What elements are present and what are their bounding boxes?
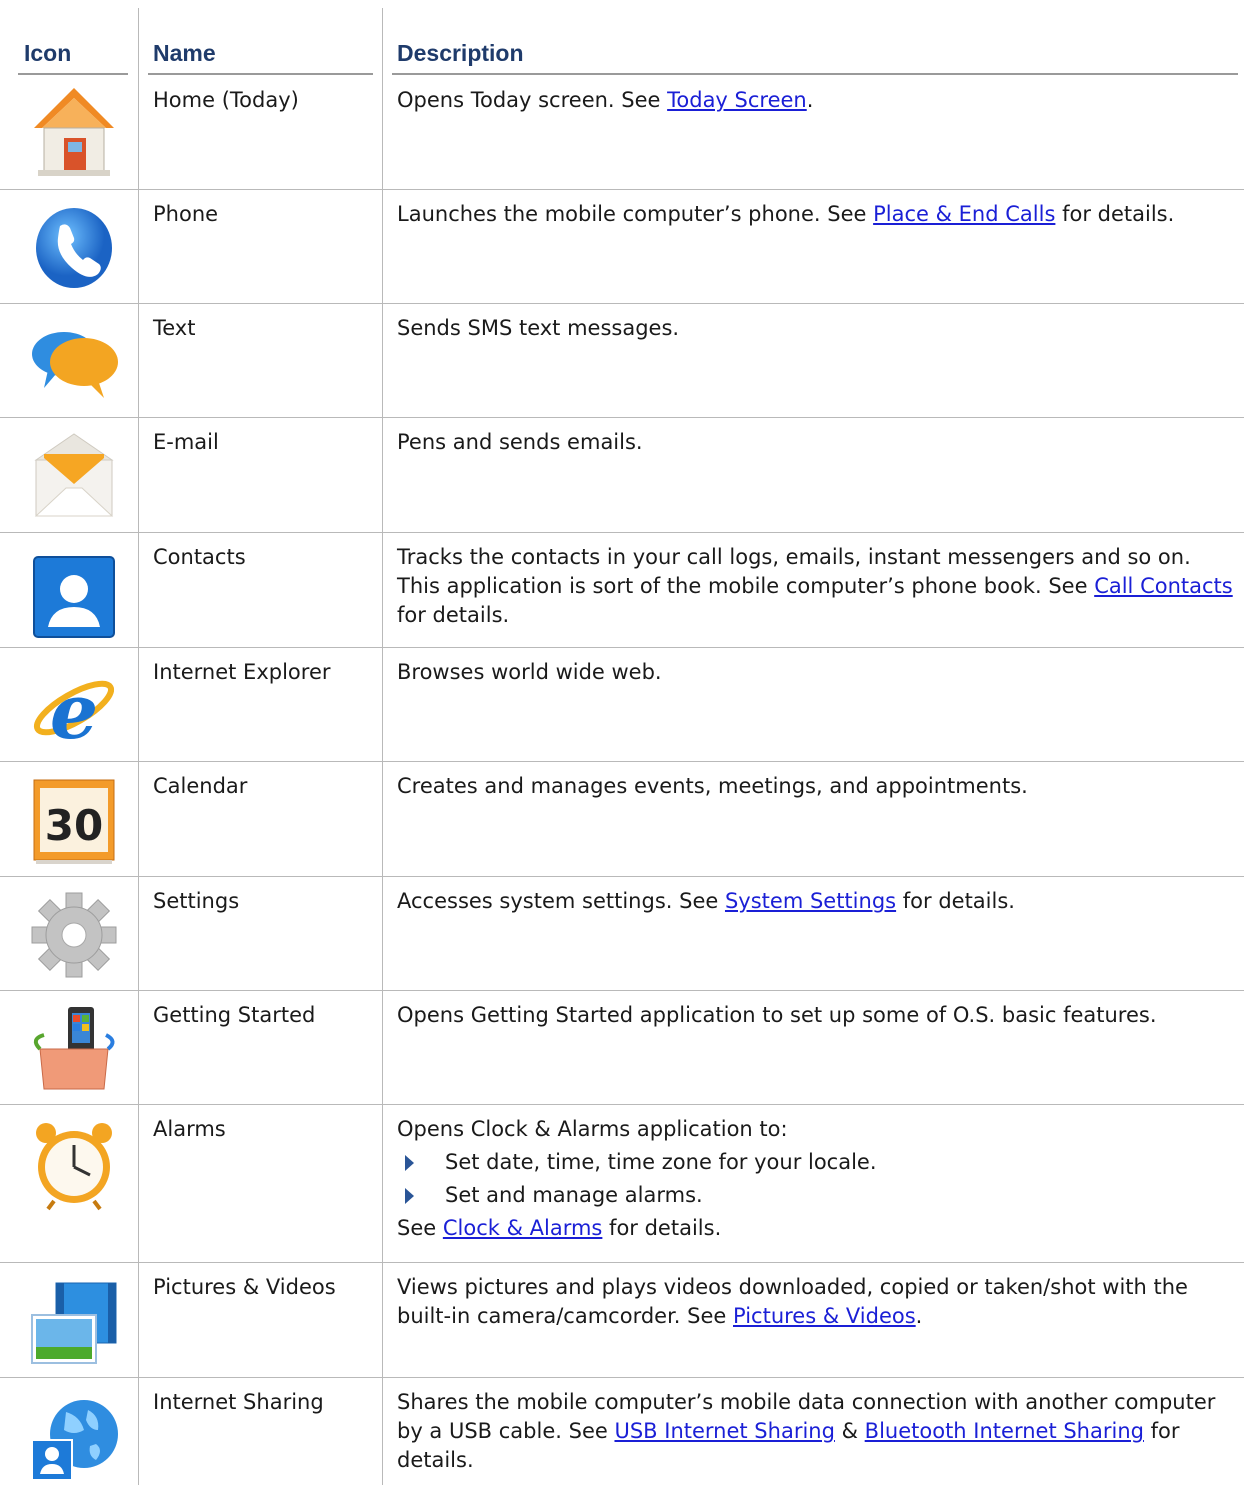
header-icon: Icon [24,40,72,66]
place-end-calls-link[interactable]: Place & End Calls [873,202,1055,226]
header-description: Description [397,40,524,66]
row-name: Contacts [153,545,246,569]
row-description: Launches the mobile computer’s phone. Se… [397,202,1175,226]
row-description: Views pictures and plays videos download… [397,1275,1188,1328]
row-name: Settings [153,889,240,913]
bluetooth-internet-sharing-link[interactable]: Bluetooth Internet Sharing [865,1419,1144,1443]
call-contacts-link[interactable]: Call Contacts [1094,574,1233,598]
svg-text:30: 30 [45,801,103,850]
row-name: E-mail [153,430,219,454]
table-header: Icon Name Description [0,0,1244,76]
calendar-icon[interactable]: 30 [26,774,122,870]
getting-started-icon[interactable] [26,999,122,1095]
pictures-videos-link[interactable]: Pictures & Videos [733,1304,916,1328]
row-name: Pictures & Videos [153,1275,336,1299]
usb-internet-sharing-link[interactable]: USB Internet Sharing [614,1419,834,1443]
clock-alarms-link[interactable]: Clock & Alarms [443,1216,603,1240]
header-name: Name [153,40,216,66]
row-name: Getting Started [153,1003,316,1027]
row-description: Pens and sends emails. [397,430,643,454]
internet-explorer-icon[interactable]: e [26,658,122,754]
row-name: Text [153,316,196,340]
email-icon[interactable] [26,426,122,522]
row-description: Tracks the contacts in your call logs, e… [397,545,1233,627]
row-name: Home (Today) [153,88,299,112]
row-name: Internet Sharing [153,1390,324,1414]
phone-icon[interactable] [26,198,122,294]
row-name: Calendar [153,774,248,798]
internet-sharing-icon[interactable] [26,1388,122,1484]
row-description: Sends SMS text messages. [397,316,680,340]
system-settings-link[interactable]: System Settings [725,889,896,913]
contacts-icon[interactable] [26,551,122,647]
svg-text:e: e [50,667,98,754]
alarm-clock-icon[interactable] [26,1115,122,1211]
row-description: Accesses system settings. See System Set… [397,889,1015,913]
column-divider [138,8,139,1485]
row-description: Opens Clock & Alarms application to: Set… [397,1115,1237,1243]
row-description: Creates and manages events, meetings, an… [397,774,1028,798]
list-item: Set date, time, time zone for your local… [397,1148,1237,1177]
row-description: Opens Today screen. See Today Screen. [397,88,814,112]
list-item: Set and manage alarms. [397,1181,1237,1210]
today-screen-link[interactable]: Today Screen [667,88,807,112]
settings-icon[interactable] [26,887,122,983]
pictures-videos-icon[interactable] [26,1275,122,1371]
row-name: Phone [153,202,219,226]
column-divider [382,8,383,1485]
row-name: Internet Explorer [153,660,331,684]
row-name: Alarms [153,1117,226,1141]
row-description: Opens Getting Started application to set… [397,1003,1157,1027]
text-icon[interactable] [26,312,122,408]
home-icon[interactable] [26,84,122,180]
row-description: Browses world wide web. [397,660,662,684]
row-description: Shares the mobile computer’s mobile data… [397,1390,1216,1472]
